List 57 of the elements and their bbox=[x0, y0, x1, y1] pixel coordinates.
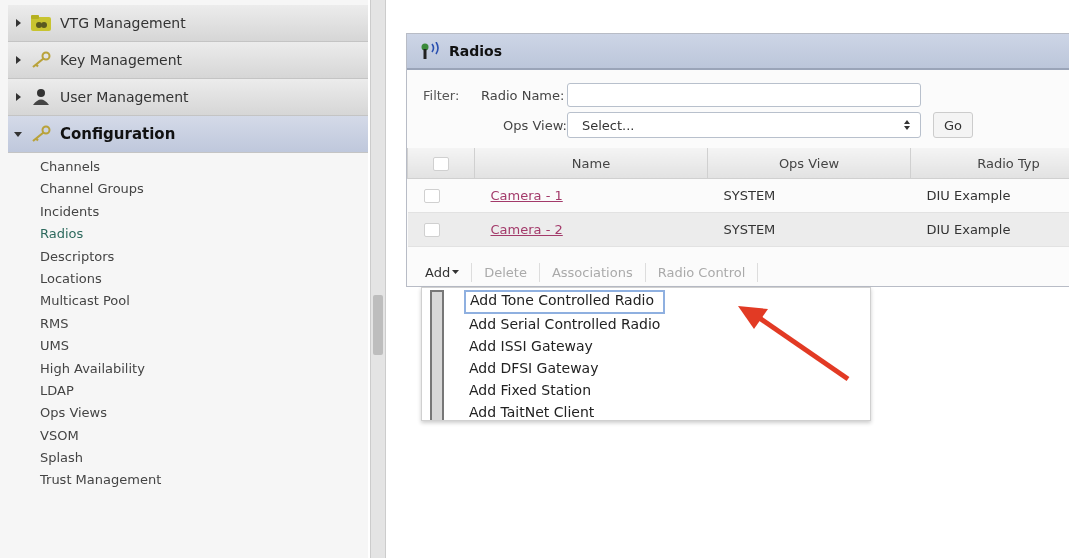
collapse-triangle-icon bbox=[14, 130, 22, 138]
table-cell: DIU Example bbox=[926, 222, 1011, 237]
row-checkbox[interactable] bbox=[423, 189, 440, 204]
toolbar-button[interactable]: Add bbox=[421, 263, 473, 282]
sidebar-item[interactable]: Radios bbox=[40, 223, 368, 246]
accordion-header[interactable]: Key Management bbox=[8, 42, 368, 79]
column-header[interactable]: Ops View bbox=[707, 148, 911, 179]
stepper-arrows-icon bbox=[904, 120, 910, 130]
sidebar-item[interactable]: Incidents bbox=[40, 200, 368, 224]
row-checkbox[interactable] bbox=[423, 223, 440, 238]
expand-triangle-icon bbox=[14, 93, 22, 101]
column-header[interactable]: Name bbox=[474, 148, 708, 179]
column-header[interactable]: Radio Typ bbox=[910, 148, 1069, 179]
radio-name-link[interactable]: Camera - 2 bbox=[490, 222, 563, 237]
menu-item[interactable]: Add Fixed Station bbox=[464, 380, 666, 402]
sidebar-item[interactable]: Channel Groups bbox=[40, 178, 368, 201]
table-cell: SYSTEM bbox=[723, 222, 776, 237]
go-button[interactable]: Go bbox=[933, 112, 974, 138]
accordion-header[interactable]: Configuration bbox=[8, 116, 368, 153]
radio-name-label: Radio Name: bbox=[481, 87, 566, 103]
ops-view-label: Ops View: bbox=[502, 117, 567, 133]
table-cell: SYSTEM bbox=[723, 188, 776, 203]
menu-item[interactable]: Add Tone Controlled Radio bbox=[464, 290, 666, 314]
key-icon bbox=[30, 51, 52, 69]
filter-label: Filter: bbox=[423, 87, 461, 103]
sidebar-item[interactable]: Multicast Pool bbox=[40, 290, 368, 313]
menu-item[interactable]: Add TaitNet Client bbox=[464, 402, 666, 424]
sidebar-item[interactable]: Ops Views bbox=[40, 402, 368, 425]
panel-title: Radios bbox=[449, 43, 502, 59]
ops-view-select[interactable]: Select... bbox=[567, 112, 921, 138]
expand-triangle-icon bbox=[14, 56, 22, 64]
radio-name-link[interactable]: Camera - 1 bbox=[490, 188, 563, 203]
sidebar-item[interactable]: Descriptors bbox=[40, 245, 368, 268]
sidebar-item[interactable]: UMS bbox=[40, 335, 368, 358]
sidebar-item[interactable]: LDAP bbox=[40, 379, 368, 403]
sidebar-item[interactable]: VSOM bbox=[40, 424, 368, 448]
scrollbar-thumb[interactable] bbox=[373, 295, 383, 355]
accordion-header[interactable]: VTG Management bbox=[8, 5, 368, 42]
expand-triangle-icon bbox=[14, 19, 22, 27]
menu-item[interactable]: Add DFSI Gateway bbox=[464, 358, 666, 380]
sidebar-item[interactable]: Locations bbox=[40, 267, 368, 291]
sidebar-item[interactable]: Channels bbox=[40, 156, 368, 179]
sidebar-item[interactable]: RMS bbox=[40, 312, 368, 336]
accordion-header[interactable]: User Management bbox=[8, 79, 368, 116]
user-icon bbox=[30, 88, 52, 106]
sidebar-item[interactable]: High Availability bbox=[40, 357, 368, 380]
sidebar-item[interactable]: Trust Management bbox=[40, 469, 368, 492]
key-icon bbox=[30, 125, 52, 143]
caret-icon bbox=[452, 270, 460, 275]
radio-name-field[interactable] bbox=[567, 83, 921, 107]
table-cell: DIU Example bbox=[926, 188, 1011, 203]
sidebar-item[interactable]: Splash bbox=[40, 447, 368, 470]
select-all-checkbox[interactable] bbox=[433, 156, 449, 171]
folder-icon bbox=[30, 14, 52, 32]
menu-item[interactable]: Add Serial Controlled Radio bbox=[464, 314, 666, 336]
menu-item[interactable]: Add ISSI Gateway bbox=[464, 336, 666, 358]
scrollbar[interactable] bbox=[370, 0, 386, 558]
